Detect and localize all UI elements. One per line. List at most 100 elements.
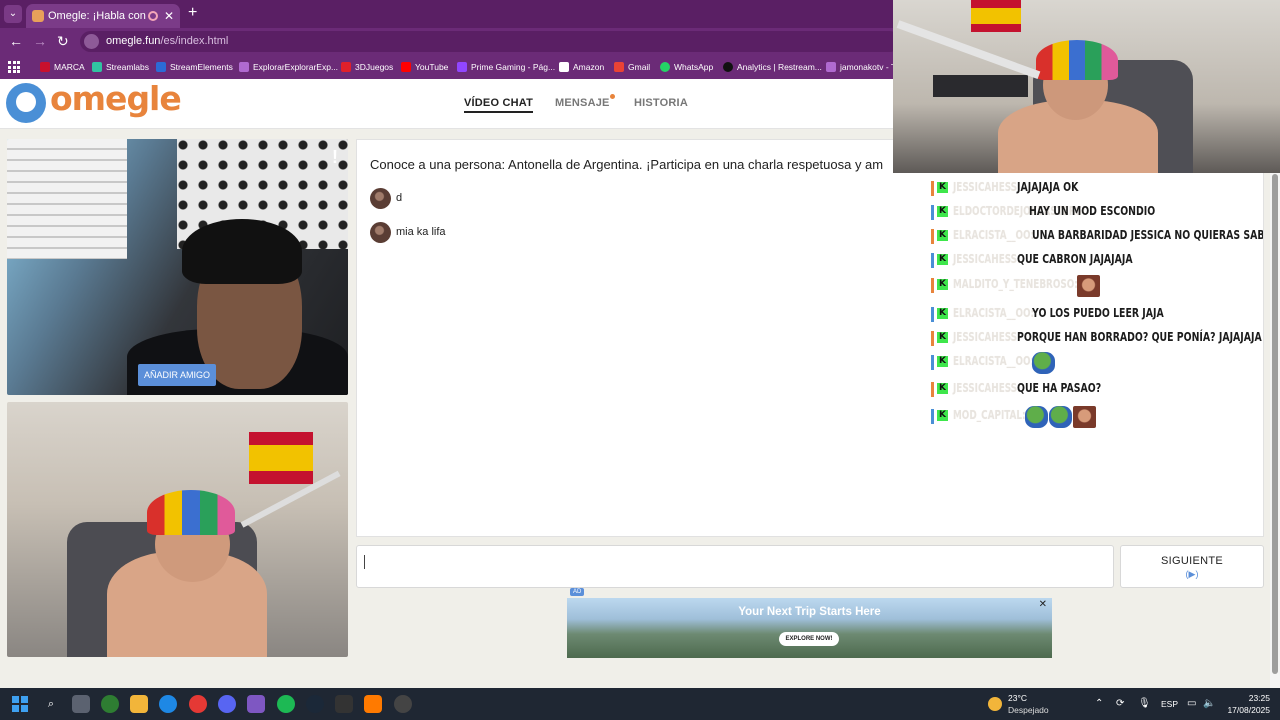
bookmark-streamelements[interactable]: StreamElements bbox=[156, 59, 233, 75]
streamlabs-icon bbox=[92, 62, 102, 72]
tray-chevron-icon[interactable]: ⌃ bbox=[1095, 697, 1103, 711]
obs-icon[interactable] bbox=[394, 695, 412, 713]
microphone-icon[interactable]: 🎙 bbox=[1138, 697, 1151, 711]
nav-historia[interactable]: HISTORIA bbox=[634, 97, 688, 109]
discord-icon[interactable] bbox=[218, 695, 236, 713]
bookmark-3djuegos[interactable]: 3DJuegos bbox=[341, 59, 393, 75]
tab-search-button[interactable]: ⌄ bbox=[4, 5, 22, 23]
bookmark-amazon[interactable]: Amazon bbox=[559, 59, 604, 75]
ad-explore-button[interactable]: EXPLORE NOW! bbox=[779, 632, 839, 646]
notification-dot-icon bbox=[609, 94, 615, 99]
xbox-icon[interactable] bbox=[101, 695, 119, 713]
bookmark-marca[interactable]: MARCA bbox=[40, 59, 85, 75]
forward-arrow-icon[interactable]: → bbox=[33, 32, 47, 50]
clock[interactable]: 23:25 17/08/2025 bbox=[1227, 692, 1270, 716]
ad-close-icon[interactable]: ✕ bbox=[1039, 599, 1047, 610]
language-indicator[interactable]: ESP bbox=[1161, 697, 1178, 711]
bookmark-youtube[interactable]: YouTube bbox=[401, 59, 448, 75]
streamlabs-app-icon[interactable] bbox=[364, 695, 382, 713]
bookmark-gmail[interactable]: Gmail bbox=[614, 59, 650, 75]
tab-close-icon[interactable]: ✕ bbox=[164, 4, 174, 28]
task-view-icon[interactable] bbox=[72, 695, 90, 713]
prime-gaming-icon bbox=[457, 62, 467, 72]
reload-icon[interactable]: ↻ bbox=[57, 32, 69, 50]
file-explorer-icon[interactable] bbox=[130, 695, 148, 713]
pepe-emote-icon bbox=[1032, 352, 1055, 374]
chat-text: QUE HA PASAO? bbox=[1017, 381, 1102, 395]
bookmark-restream[interactable]: Analytics | Restream... bbox=[723, 59, 822, 75]
bookmark-page-icon bbox=[239, 62, 249, 72]
chat-username: MALDITO_Y_TENEBROSO: bbox=[953, 277, 1078, 291]
bookmark-streamlabs[interactable]: Streamlabs bbox=[92, 59, 149, 75]
browser-tab-omegle[interactable]: Omegle: ¡Habla con Desconocidos! ✕ bbox=[26, 4, 180, 28]
stranger-avatar bbox=[370, 188, 391, 209]
bookmark-jamonakotv[interactable]: jamonakotv - T bbox=[826, 59, 896, 75]
kick-icon: K bbox=[937, 356, 948, 367]
add-friend-button[interactable]: AÑADIR AMIGO bbox=[138, 364, 216, 386]
volume-icon[interactable]: 🔈 bbox=[1203, 697, 1215, 711]
sync-icon[interactable]: ⟳ bbox=[1116, 697, 1124, 711]
kick-icon: K bbox=[937, 332, 948, 343]
windows-start-icon[interactable] bbox=[12, 696, 28, 712]
search-icon[interactable]: ⌕ bbox=[42, 695, 60, 713]
new-tab-button[interactable]: + bbox=[188, 4, 197, 22]
chat-username: JESSICAHESS: bbox=[953, 330, 1021, 344]
bookmark-explorar[interactable]: ExplorarExplorarExp... bbox=[239, 59, 338, 75]
nav-video-chat[interactable]: VÍDEO CHAT bbox=[464, 97, 534, 113]
restream-icon bbox=[723, 62, 733, 72]
apps-grid-icon[interactable] bbox=[8, 61, 20, 73]
bookmark-page-icon bbox=[826, 62, 836, 72]
chat-text: YO LOS PUEDO LEER JAJA bbox=[1032, 306, 1164, 320]
weather-desc: Despejado bbox=[1008, 705, 1049, 715]
travel-ad-banner[interactable]: Your Next Trip Starts Here EXPLORE NOW! … bbox=[567, 598, 1052, 658]
next-button-label: SIGUIENTE bbox=[1161, 555, 1223, 567]
kick-icon: K bbox=[937, 206, 948, 217]
3djuegos-icon bbox=[341, 62, 351, 72]
report-icon[interactable]: ! bbox=[332, 147, 338, 168]
bookmark-prime-gaming[interactable]: Prime Gaming - Pág... bbox=[457, 59, 555, 75]
youtube-icon bbox=[401, 62, 411, 72]
chat-intro: Conoce a una persona: Antonella de Argen… bbox=[370, 157, 884, 172]
steam-icon[interactable] bbox=[306, 695, 324, 713]
twitch-icon[interactable] bbox=[247, 695, 265, 713]
omegle-favicon-icon bbox=[32, 10, 44, 22]
nav-mensaje-label: MENSAJE bbox=[555, 97, 610, 109]
gmail-icon bbox=[614, 62, 624, 72]
chat-username: JESSICAHESS: bbox=[953, 180, 1021, 194]
bookmark-whatsapp[interactable]: WhatsApp bbox=[660, 59, 713, 75]
chat-text: QUE CABRON JAJAJAJA bbox=[1017, 252, 1133, 266]
back-arrow-icon[interactable]: ← bbox=[9, 32, 23, 50]
edge-icon[interactable] bbox=[159, 695, 177, 713]
text-caret bbox=[364, 555, 365, 569]
chat-text: UNA BARBARIDAD JESSICA NO QUIERAS SABERL… bbox=[1032, 228, 1263, 242]
network-icon[interactable]: ▭ bbox=[1187, 697, 1196, 711]
chat-username: ELRACISTA__OO: bbox=[953, 354, 1035, 368]
chat-badge bbox=[931, 382, 934, 397]
pepe-emote-icon bbox=[1025, 406, 1048, 428]
url-path: /es/index.html bbox=[160, 35, 229, 47]
url-bar[interactable]: omegle.fun/es/index.html bbox=[80, 31, 900, 52]
logo-text: omegle bbox=[50, 79, 182, 118]
chat-username: MOD_CAPITAL: bbox=[953, 408, 1026, 422]
next-button[interactable]: SIGUIENTE (▶) bbox=[1120, 545, 1264, 588]
whatsapp-icon bbox=[660, 62, 670, 72]
stranger-hair bbox=[182, 219, 302, 284]
face-emote-icon bbox=[1073, 406, 1096, 428]
kick-icon: K bbox=[937, 230, 948, 241]
desk bbox=[933, 75, 1028, 97]
video-window-blinds bbox=[7, 139, 127, 259]
chat-username: JESSICAHESS: bbox=[953, 252, 1021, 266]
message-input[interactable] bbox=[356, 545, 1114, 588]
chrome-icon[interactable] bbox=[189, 695, 207, 713]
nav-mensaje[interactable]: MENSAJE bbox=[555, 94, 615, 109]
pepe-emote-icon bbox=[1049, 406, 1072, 428]
site-info-icon[interactable] bbox=[84, 34, 99, 49]
scrollbar-thumb[interactable] bbox=[1272, 174, 1278, 674]
self-video bbox=[7, 402, 348, 657]
chat-username: ELRACISTA__OO: bbox=[953, 306, 1035, 320]
capcut-icon[interactable] bbox=[335, 695, 353, 713]
spotify-icon[interactable] bbox=[277, 695, 295, 713]
kick-icon: K bbox=[937, 182, 948, 193]
chat-badge bbox=[931, 205, 934, 220]
spain-flag bbox=[971, 0, 1021, 32]
